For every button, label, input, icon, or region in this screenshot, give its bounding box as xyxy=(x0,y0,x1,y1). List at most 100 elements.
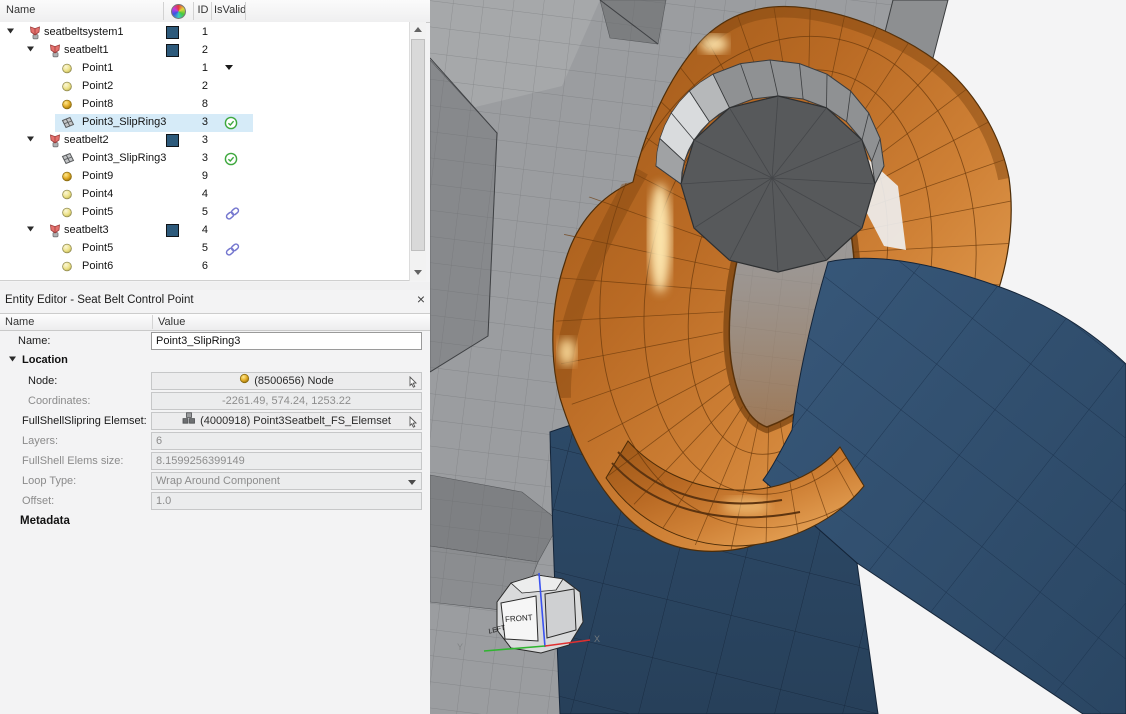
editor-row: Loop Type:Wrap Around Component xyxy=(0,472,430,492)
picker-value[interactable]: (8500656) Node xyxy=(254,373,334,389)
tree-row[interactable]: Point6 6 xyxy=(0,258,409,276)
point-pale-icon xyxy=(61,242,73,257)
tree-item-label[interactable]: Point8 xyxy=(82,98,113,110)
field-label: Coordinates: xyxy=(28,395,90,407)
tree-row[interactable]: Point11 xyxy=(0,60,409,78)
tree-row[interactable]: Point3_SlipRing3 3 xyxy=(0,114,409,132)
tree-row[interactable]: seatbelt12 xyxy=(0,42,409,60)
tree-item-label[interactable]: seatbeltsystem1 xyxy=(44,26,123,38)
color-wheel-icon[interactable] xyxy=(171,4,186,19)
field-label: Layers: xyxy=(22,435,58,447)
tree-item-label[interactable]: seatbelt2 xyxy=(64,134,109,146)
valid-check-icon[interactable] xyxy=(224,116,238,133)
entity-picker-field[interactable]: (4000918) Point3Seatbelt_FS_Elemset xyxy=(151,412,422,430)
tree-expander-icon[interactable] xyxy=(26,224,36,236)
valid-check-icon[interactable] xyxy=(224,152,238,169)
field-label: Offset: xyxy=(22,495,54,507)
scroll-up-arrow-icon[interactable] xyxy=(410,22,426,38)
picker-value[interactable]: (4000918) Point3Seatbelt_FS_Elemset xyxy=(200,413,391,429)
editor-col-name: Name xyxy=(5,316,34,328)
tree-col-id[interactable]: ID xyxy=(194,4,212,16)
scroll-down-arrow-icon[interactable] xyxy=(410,265,426,281)
tree-expander-icon[interactable] xyxy=(26,134,36,146)
loop-type-select[interactable]: Wrap Around Component xyxy=(151,472,422,490)
tree-row[interactable]: Point44 xyxy=(0,186,409,204)
tree-row[interactable]: Point88 xyxy=(0,96,409,114)
tree-expander-icon[interactable] xyxy=(26,44,36,56)
tree-item-label[interactable]: Point4 xyxy=(82,188,113,200)
tree-item-label[interactable]: seatbelt1 xyxy=(64,44,109,56)
entity-editor-fields: Name:LocationNode:(8500656) NodeCoordina… xyxy=(0,332,430,534)
column-divider xyxy=(163,2,164,20)
tree-item-id: 6 xyxy=(184,260,208,272)
tree-item-label[interactable]: Point1 xyxy=(82,62,113,74)
tree-item-id: 3 xyxy=(184,116,208,128)
seatbelt-icon xyxy=(48,134,62,151)
point-gold-icon xyxy=(61,98,73,113)
tree-item-label[interactable]: Point2 xyxy=(82,80,113,92)
cube-front-label[interactable]: FRONT xyxy=(505,613,533,624)
editor-col-value: Value xyxy=(158,316,185,328)
tree-item-id: 2 xyxy=(184,80,208,92)
tree-row[interactable]: seatbeltsystem1 1 xyxy=(0,24,409,42)
section-header[interactable]: Metadata xyxy=(20,515,70,527)
seatbelt-icon xyxy=(28,26,42,43)
tree-col-isvalid[interactable]: IsValid xyxy=(214,4,246,16)
tree-row[interactable]: seatbelt23 xyxy=(0,132,409,150)
point-pale-icon xyxy=(61,80,73,95)
component-color-swatch[interactable] xyxy=(166,134,179,147)
tree-item-id: 1 xyxy=(184,26,208,38)
tree-row[interactable]: Point2 2 xyxy=(0,78,409,96)
entity-picker-field[interactable]: (8500656) Node xyxy=(151,372,422,390)
readonly-value-field: 6 xyxy=(151,432,422,450)
tree-item-label[interactable]: Point6 xyxy=(82,260,113,272)
tree-item-label[interactable]: Point3_SlipRing3 xyxy=(82,116,166,128)
slipring-icon xyxy=(61,116,75,133)
entity-editor-title: Entity Editor - Seat Belt Control Point xyxy=(5,294,194,306)
field-label: FullShell Elems size: xyxy=(22,455,123,467)
column-divider xyxy=(193,2,194,20)
component-color-swatch[interactable] xyxy=(166,44,179,57)
tree-item-id: 5 xyxy=(184,242,208,254)
tree-row[interactable]: Point5 5 xyxy=(0,240,409,258)
tree-item-label[interactable]: Point5 xyxy=(82,242,113,254)
readonly-value-field: -2261.49, 574.24, 1253.22 xyxy=(151,392,422,410)
tree-col-name[interactable]: Name xyxy=(6,4,35,16)
left-panel: Name ID IsValid seatbeltsystem11seatbelt… xyxy=(0,0,431,714)
scrollbar-thumb[interactable] xyxy=(411,39,425,251)
section-header[interactable]: Location xyxy=(8,354,68,366)
tree-row[interactable]: Point3_SlipRing33 xyxy=(0,150,409,168)
isvalid-dropdown-icon[interactable] xyxy=(224,62,234,74)
tree-item-label[interactable]: Point5 xyxy=(82,206,113,218)
tree-row[interactable]: seatbelt34 xyxy=(0,222,409,240)
point-pale-icon xyxy=(61,260,73,275)
point-pale-icon xyxy=(61,62,73,77)
column-divider xyxy=(211,2,212,20)
tree-scrollbar[interactable] xyxy=(409,22,426,281)
editor-row: FullShellSlipring Elemset:(4000918) Poin… xyxy=(0,412,430,432)
tree-item-label[interactable]: Point3_SlipRing3 xyxy=(82,152,166,164)
name-input[interactable] xyxy=(151,332,422,350)
z-axis-label: Z xyxy=(505,552,511,562)
column-divider xyxy=(245,2,246,20)
tree-item-label[interactable]: seatbelt3 xyxy=(64,224,109,236)
pointer-icon[interactable] xyxy=(408,376,418,393)
seatbelt-tree: seatbeltsystem1 1 seatbelt12Point11 Point2 2… xyxy=(0,22,409,281)
chevron-down-icon[interactable] xyxy=(408,480,416,485)
elemset-icon xyxy=(182,412,196,430)
graphics-viewport[interactable]: FRONT LEFT Z Y X xyxy=(430,0,1126,714)
tree-expander-icon[interactable] xyxy=(6,26,16,38)
entity-editor-titlebar: Entity Editor - Seat Belt Control Point … xyxy=(0,290,430,311)
tree-row[interactable]: Point55 xyxy=(0,204,409,222)
editor-column-header: Name Value xyxy=(0,313,430,331)
selected-option[interactable]: Wrap Around Component xyxy=(156,475,280,487)
tree-item-label[interactable]: Point9 xyxy=(82,170,113,182)
pointer-icon[interactable] xyxy=(408,416,418,433)
close-icon[interactable]: × xyxy=(413,291,429,309)
tree-row[interactable]: Point99 xyxy=(0,168,409,186)
collapse-arrow-icon[interactable] xyxy=(8,354,17,366)
component-color-swatch[interactable] xyxy=(166,224,179,237)
readonly-value-field: 1.0 xyxy=(151,492,422,510)
editor-row: Offset: 1.0 xyxy=(0,492,430,512)
component-color-swatch[interactable] xyxy=(166,26,179,39)
